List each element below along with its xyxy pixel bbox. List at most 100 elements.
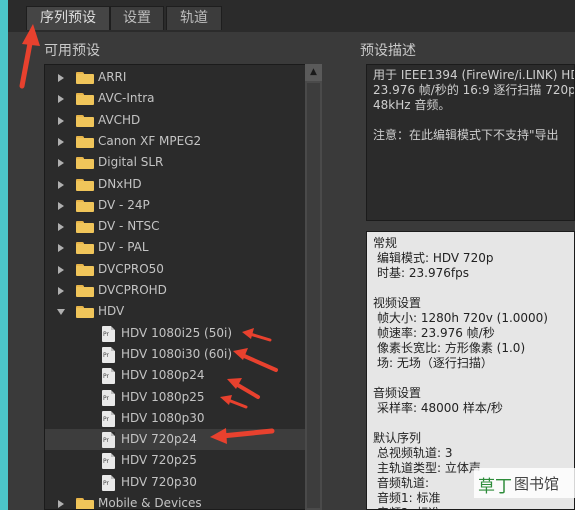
scroll-thumb[interactable]	[307, 83, 320, 508]
detail-line: 采样率: 48000 样本/秒	[377, 401, 503, 415]
tree-item-label: DNxHD	[98, 176, 142, 191]
description-line: 23.976 帧/秒的 16:9 逐行扫描 720p	[373, 83, 575, 97]
expand-arrow-icon[interactable]	[58, 201, 64, 210]
file-icon-text: Pr	[103, 373, 109, 381]
tree-folder[interactable]: HDV	[45, 301, 307, 322]
detail-line: 场: 无场（逐行扫描）	[377, 356, 493, 370]
tree-preset[interactable]: Pr HDV 720p30	[45, 472, 307, 493]
expand-arrow-icon[interactable]	[58, 137, 64, 146]
expand-arrow-icon[interactable]	[58, 180, 64, 189]
tree-folder[interactable]: DV - NTSC	[45, 216, 307, 237]
folder-icon	[76, 93, 94, 106]
tree-folder[interactable]: ARRI	[45, 67, 307, 88]
tree-preset[interactable]: Pr HDV 1080i25 (50i)	[45, 323, 307, 344]
file-icon-text: Pr	[103, 479, 109, 487]
file-icon-text: Pr	[103, 394, 109, 402]
tree-item-label: HDV 720p30	[121, 474, 197, 489]
detail-heading: 默认序列	[373, 431, 422, 445]
tree-preset[interactable]: Pr HDV 720p24	[45, 429, 307, 451]
preset-description-box: 用于 IEEE1394 (FireWire/i.LINK) HDV 23.976 …	[366, 64, 575, 221]
detail-heading	[373, 416, 568, 431]
expand-arrow-icon[interactable]	[58, 244, 64, 253]
presets-scrollbar[interactable]: ▲	[305, 64, 322, 510]
expand-arrow-icon[interactable]	[58, 265, 64, 274]
tree-folder[interactable]: Canon XF MPEG2	[45, 131, 307, 152]
folder-icon	[76, 178, 94, 191]
detail-line: 时基: 23.976fps	[377, 266, 469, 280]
premiere-preset-file-icon: Pr	[102, 410, 115, 427]
detail-line: 像素长宽比: 方形像素 (1.0)	[377, 341, 526, 355]
tab-bar: 序列预设 设置 轨道	[8, 0, 575, 32]
file-icon-text: Pr	[103, 415, 109, 423]
tab-settings[interactable]: 设置	[110, 6, 164, 30]
tree-folder[interactable]: Mobile & Devices	[45, 493, 307, 510]
tree-folder[interactable]: DVCPRO50	[45, 259, 307, 280]
window-edge-accent	[0, 0, 8, 510]
tree-item-label: HDV	[98, 304, 125, 319]
tree-item-label: ARRI	[98, 70, 127, 84]
available-presets-label: 可用预设	[44, 43, 100, 59]
file-icon-text: Pr	[103, 330, 109, 338]
watermark-logo: 草丁	[478, 477, 512, 497]
tree-preset[interactable]: Pr HDV 1080p25	[45, 387, 307, 408]
folder-icon	[76, 114, 94, 127]
presets-tree: ARRI AVC-Intra AVCHD Canon XF MPEG2 Digital …	[44, 64, 322, 510]
file-icon-text: Pr	[103, 437, 109, 445]
tree-item-label: DV - PAL	[98, 240, 149, 255]
tree-folder[interactable]: AVCHD	[45, 110, 307, 131]
expand-arrow-icon[interactable]	[58, 95, 64, 104]
tree-preset[interactable]: Pr HDV 720p25	[45, 450, 307, 471]
detail-line: 总视频轨道: 3	[377, 446, 453, 460]
detail-line: 编辑模式: HDV 720p	[377, 251, 494, 265]
scroll-up-icon[interactable]: ▲	[305, 64, 322, 81]
folder-icon	[76, 242, 94, 255]
detail-heading	[373, 371, 568, 386]
expand-arrow-icon[interactable]	[58, 159, 64, 168]
premiere-preset-file-icon: Pr	[102, 389, 115, 406]
expand-arrow-icon[interactable]	[58, 74, 64, 82]
expand-arrow-icon[interactable]	[58, 116, 64, 125]
premiere-preset-file-icon: Pr	[102, 453, 115, 470]
tree-item-label: Mobile & Devices	[98, 496, 202, 510]
premiere-preset-file-icon: Pr	[102, 474, 115, 491]
folder-icon	[76, 285, 94, 297]
tree-item-label: Canon XF MPEG2	[98, 133, 202, 148]
tree-item-label: HDV 1080p24	[121, 368, 205, 383]
folder-icon	[76, 199, 94, 212]
tree-item-label: DVCPRO50	[98, 261, 164, 276]
tree-preset[interactable]: Pr HDV 1080p24	[45, 365, 307, 386]
tree-item-label: HDV 1080p25	[121, 389, 205, 404]
detail-line: 帧速率: 23.976 帧/秒	[377, 326, 495, 340]
folder-icon	[76, 72, 94, 84]
expand-arrow-icon[interactable]	[58, 223, 64, 232]
tree-folder[interactable]: DV - PAL	[45, 237, 307, 258]
watermark: 草丁 图书馆	[474, 468, 575, 498]
tree-folder[interactable]: AVC-Intra	[45, 88, 307, 109]
watermark-name: 图书馆	[514, 475, 560, 493]
description-line: 用于 IEEE1394 (FireWire/i.LINK) HDV	[373, 68, 575, 82]
collapse-arrow-icon[interactable]	[57, 309, 65, 316]
premiere-preset-file-icon: Pr	[102, 346, 115, 363]
description-line: 注意：在此编辑模式下不支持"导出	[373, 128, 559, 142]
file-icon-text: Pr	[103, 458, 109, 466]
tree-item-label: Digital SLR	[98, 155, 164, 170]
tree-preset[interactable]: Pr HDV 1080i30 (60i)	[45, 344, 307, 365]
tree-folder[interactable]: DNxHD	[45, 174, 307, 195]
tab-sequence-presets[interactable]: 序列预设	[26, 6, 110, 30]
tree-item-label: DV - NTSC	[98, 219, 160, 234]
expand-arrow-icon[interactable]	[58, 500, 64, 508]
tab-tracks[interactable]: 轨道	[166, 6, 222, 30]
detail-heading	[373, 281, 568, 296]
tree-folder[interactable]: DVCPROHD	[45, 280, 307, 301]
premiere-preset-file-icon: Pr	[102, 325, 115, 342]
tree-folder[interactable]: Digital SLR	[45, 152, 307, 173]
preset-description-label: 预设描述	[360, 43, 416, 59]
tree-preset[interactable]: Pr HDV 1080p30	[45, 408, 307, 429]
premiere-preset-file-icon: Pr	[102, 368, 115, 385]
tree-folder[interactable]: DV - 24P	[45, 195, 307, 216]
file-icon-text: Pr	[103, 351, 109, 359]
description-line: 48kHz 音频。	[373, 98, 451, 112]
expand-arrow-icon[interactable]	[58, 287, 64, 295]
folder-icon	[76, 263, 94, 276]
tree-item-label: HDV 1080p30	[121, 410, 205, 425]
